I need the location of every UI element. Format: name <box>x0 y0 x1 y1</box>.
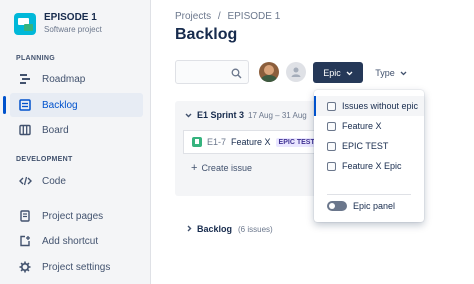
sidebar-item-label: Code <box>42 175 66 187</box>
issue-row[interactable]: E1-7 Feature X EPIC TEST <box>183 130 325 154</box>
breadcrumb: Projects / EPISODE 1 <box>175 11 284 22</box>
sprint-header[interactable]: E1 Sprint 3 17 Aug – 31 Aug <box>185 110 307 120</box>
add-shortcut-icon <box>18 234 32 248</box>
epic-dropdown: Issues without epic Feature X EPIC TEST … <box>314 90 424 222</box>
sidebar-item-project-settings[interactable]: Project settings <box>10 255 143 279</box>
sidebar-item-label: Project pages <box>42 210 104 222</box>
epic-option-issues-without-epic[interactable]: Issues without epic <box>314 96 424 116</box>
project-avatar <box>14 12 36 35</box>
sprint-name: E1 Sprint 3 <box>197 110 245 120</box>
code-icon <box>18 174 32 188</box>
epic-panel-toggle[interactable] <box>327 201 347 211</box>
project-name: EPISODE 1 <box>44 12 97 23</box>
sidebar-item-label: Board <box>42 124 69 136</box>
search-input[interactable] <box>175 60 249 84</box>
chevron-right-icon <box>187 224 192 234</box>
sprint-container: E1 Sprint 3 17 Aug – 31 Aug E1-7 Feature… <box>175 101 325 196</box>
development-section-label: DEVELOPMENT <box>16 156 73 163</box>
epic-option-epic-test[interactable]: EPIC TEST <box>314 136 424 156</box>
backlog-name: Backlog <box>197 224 233 234</box>
sidebar-item-project-pages[interactable]: Project pages <box>10 204 143 228</box>
plus-icon: + <box>191 162 198 174</box>
sidebar-item-label: Backlog <box>42 99 78 111</box>
planning-section-label: PLANNING <box>16 55 55 62</box>
sidebar-item-code[interactable]: Code <box>10 169 143 193</box>
project-header[interactable]: EPISODE 1 Software project <box>14 12 102 35</box>
checkbox[interactable] <box>327 161 336 171</box>
page-title: Backlog <box>175 26 238 43</box>
active-indicator <box>3 96 6 114</box>
checkbox[interactable] <box>327 141 336 151</box>
sidebar: EPISODE 1 Software project PLANNING Road… <box>0 0 151 284</box>
epic-panel-toggle-row[interactable]: Epic panel <box>327 201 395 211</box>
backlog-header[interactable]: Backlog (6 issues) <box>187 224 273 234</box>
create-issue-label: Create issue <box>201 163 252 173</box>
sidebar-item-add-shortcut[interactable]: Add shortcut <box>10 229 143 253</box>
epic-option-label: Issues without epic <box>342 101 419 111</box>
sidebar-item-backlog[interactable]: Backlog <box>10 93 143 117</box>
epic-filter-button[interactable]: Epic <box>313 62 363 83</box>
chevron-down-icon <box>185 110 192 120</box>
project-type: Software project <box>44 25 102 34</box>
epic-option-label: Feature X <box>342 121 382 131</box>
sidebar-item-roadmap[interactable]: Roadmap <box>10 67 143 91</box>
epic-option-label: Feature X Epic <box>342 161 402 171</box>
story-icon <box>192 137 202 147</box>
user-avatar[interactable] <box>259 62 279 82</box>
sprint-dates: 17 Aug – 31 Aug <box>248 110 307 120</box>
type-filter-button[interactable]: Type <box>370 62 412 83</box>
type-filter-label: Type <box>375 67 395 78</box>
roadmap-icon <box>18 72 32 86</box>
sidebar-item-board[interactable]: Board <box>10 118 143 142</box>
breadcrumb-current[interactable]: EPISODE 1 <box>227 11 280 22</box>
epic-option-feature-x[interactable]: Feature X <box>314 116 424 136</box>
chevron-down-icon <box>400 68 407 78</box>
gear-icon <box>18 260 32 274</box>
sidebar-item-label: Add shortcut <box>42 235 99 247</box>
sidebar-item-label: Roadmap <box>42 73 86 85</box>
issue-summary: Feature X <box>231 137 271 147</box>
epic-lozenge[interactable]: EPIC TEST <box>275 137 318 147</box>
breadcrumb-projects[interactable]: Projects <box>175 11 211 22</box>
backlog-icon <box>18 98 32 112</box>
create-issue-button[interactable]: + Create issue <box>191 162 252 174</box>
epic-option-label: EPIC TEST <box>342 141 389 151</box>
person-icon <box>291 67 301 77</box>
backlog-count: (6 issues) <box>238 224 273 234</box>
epic-panel-label: Epic panel <box>353 201 396 211</box>
divider <box>327 194 411 195</box>
breadcrumb-separator: / <box>217 11 221 22</box>
epic-option-feature-x-epic[interactable]: Feature X Epic <box>314 156 424 176</box>
chevron-down-icon <box>346 68 353 78</box>
checkbox[interactable] <box>327 121 336 131</box>
page-icon <box>18 209 32 223</box>
issue-key[interactable]: E1-7 <box>207 137 226 147</box>
epic-filter-label: Epic <box>323 67 341 78</box>
board-icon <box>18 123 32 137</box>
search-icon <box>231 66 242 84</box>
sidebar-item-label: Project settings <box>42 261 111 273</box>
unassigned-avatar[interactable] <box>286 62 306 82</box>
checkbox[interactable] <box>327 101 336 111</box>
